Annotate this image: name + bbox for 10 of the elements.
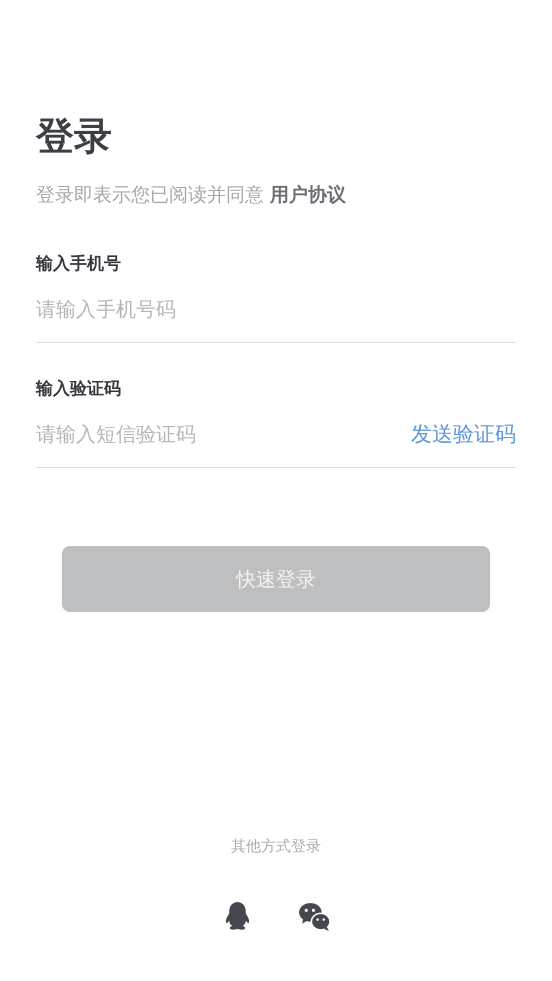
page-title: 登录 — [36, 115, 113, 160]
field-label: 输入验证码 — [36, 378, 122, 401]
input-field[interactable]: 请输入短信验证码 — [36, 422, 411, 446]
input-field[interactable]: 请输入手机号码 — [36, 297, 516, 321]
user-agreement-link[interactable]: 用户协议 — [270, 184, 346, 206]
send-code-button[interactable]: 发送验证码 — [411, 420, 516, 448]
other-login-label: 其他方式登录 — [230, 836, 322, 856]
agreement-text: 登录即表示您已阅读并同意 用户协议 — [36, 183, 348, 208]
field-label: 输入手机号 — [36, 253, 122, 276]
chat-bubbles-icon[interactable] — [298, 900, 331, 933]
